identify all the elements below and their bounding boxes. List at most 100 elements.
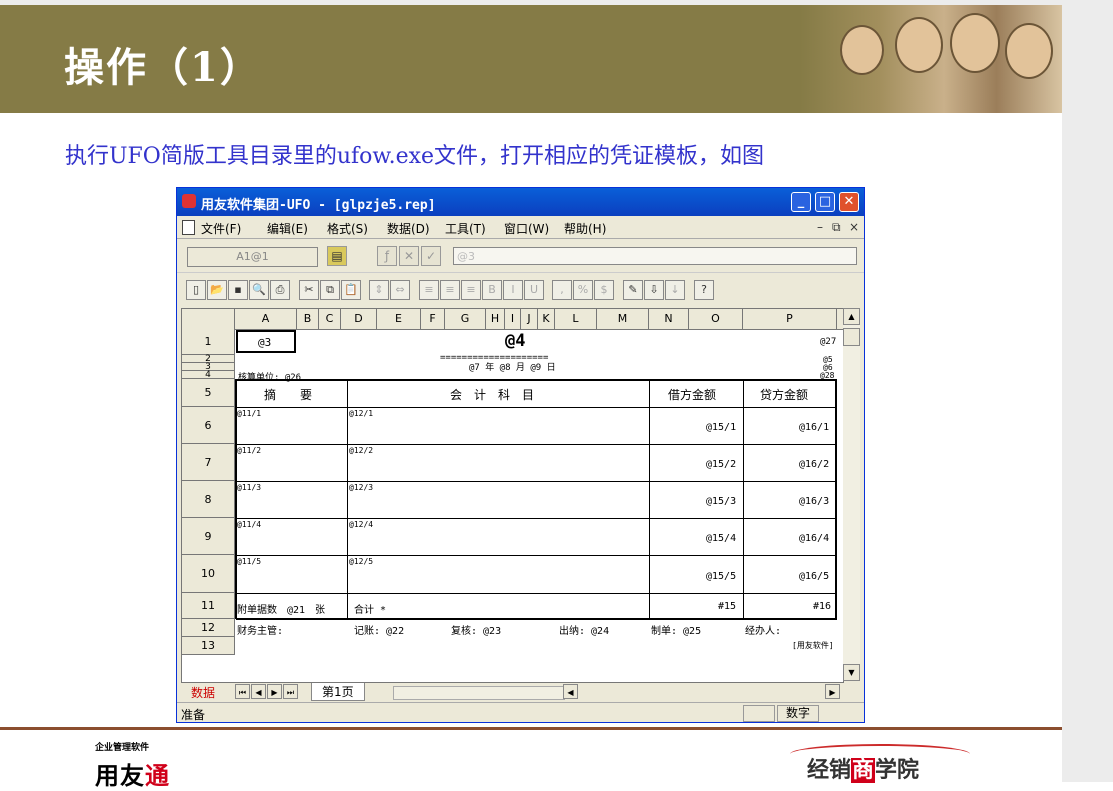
open-icon[interactable]: 📂 <box>207 280 227 300</box>
line5-account[interactable]: @12/5 <box>349 557 373 566</box>
row-header-8[interactable]: 8 <box>182 481 235 518</box>
column-header-i[interactable]: I <box>505 309 521 329</box>
line2-credit[interactable]: @16/2 <box>799 459 829 470</box>
spreadsheet-grid[interactable]: A B C D E F G H I J K L M N O P 1 2 3 4 … <box>181 308 844 683</box>
minimize-button[interactable]: _ <box>791 192 811 212</box>
bold-icon[interactable]: B <box>482 280 502 300</box>
line1-summary[interactable]: @11/1 <box>237 409 261 418</box>
print-preview-icon[interactable]: 🔍 <box>249 280 269 300</box>
comma-icon[interactable]: , <box>552 280 572 300</box>
line3-debit[interactable]: @15/3 <box>706 496 736 507</box>
cancel-icon[interactable]: ✕ <box>399 246 419 266</box>
row-header-12[interactable]: 12 <box>182 619 235 637</box>
line2-account[interactable]: @12/2 <box>349 446 373 455</box>
paste-icon[interactable]: 📋 <box>341 280 361 300</box>
cell-p1[interactable]: @27 <box>820 337 836 347</box>
copy-icon[interactable]: ⧉ <box>320 280 340 300</box>
horizontal-scroll-track[interactable] <box>393 686 565 700</box>
line4-credit[interactable]: @16/4 <box>799 533 829 544</box>
column-header-l[interactable]: L <box>555 309 597 329</box>
column-header-p[interactable]: P <box>743 309 837 329</box>
column-header-j[interactable]: J <box>521 309 538 329</box>
row-header-9[interactable]: 9 <box>182 518 235 555</box>
sign-review[interactable]: 复核: @23 <box>451 622 501 637</box>
line3-account[interactable]: @12/3 <box>349 483 373 492</box>
print-icon[interactable]: ⎙ <box>270 280 290 300</box>
underline-icon[interactable]: U <box>524 280 544 300</box>
currency-icon[interactable]: $ <box>594 280 614 300</box>
total-debit[interactable]: #15 <box>718 601 736 612</box>
accounting-unit[interactable]: 核算单位: @26 <box>238 370 301 383</box>
column-header-c[interactable]: C <box>319 309 341 329</box>
column-header-m[interactable]: M <box>597 309 649 329</box>
last-sheet-icon[interactable]: ⏭ <box>283 684 298 699</box>
column-header-f[interactable]: F <box>421 309 445 329</box>
sign-maker[interactable]: 制单: @25 <box>651 622 701 637</box>
row-header-6[interactable]: 6 <box>182 407 235 444</box>
line3-credit[interactable]: @16/3 <box>799 496 829 507</box>
percent-icon[interactable]: % <box>573 280 593 300</box>
mdi-restore-icon[interactable]: ⧉ <box>832 220 841 235</box>
row-header-10[interactable]: 10 <box>182 555 235 593</box>
align-center-icon[interactable]: ≡ <box>440 280 460 300</box>
scroll-down-icon[interactable]: ▼ <box>843 664 860 681</box>
menu-file[interactable]: 文件(F) <box>201 220 241 237</box>
cut-icon[interactable]: ✂ <box>299 280 319 300</box>
row-header-13[interactable]: 13 <box>182 637 235 655</box>
menu-tools[interactable]: 工具(T) <box>445 220 486 237</box>
column-width-icon[interactable]: ⇔ <box>390 280 410 300</box>
menu-edit[interactable]: 编辑(E) <box>267 220 308 237</box>
italic-icon[interactable]: I <box>503 280 523 300</box>
line4-debit[interactable]: @15/4 <box>706 533 736 544</box>
save-icon[interactable]: ▪ <box>228 280 248 300</box>
attachment-count[interactable]: 附单据数 @21 张 <box>237 601 325 616</box>
vertical-scrollbar[interactable]: ▲ ▼ <box>843 308 860 681</box>
line1-credit[interactable]: @16/1 <box>799 422 829 433</box>
voucher-date[interactable]: @7 年 @8 月 @9 日 <box>469 360 556 373</box>
total-credit[interactable]: #16 <box>813 601 831 612</box>
function-icon[interactable]: ƒ <box>377 246 397 266</box>
line5-credit[interactable]: @16/5 <box>799 571 829 582</box>
name-box-icon[interactable]: ▤ <box>327 246 347 266</box>
sort-icon[interactable]: ⇩ <box>644 280 664 300</box>
line3-summary[interactable]: @11/3 <box>237 483 261 492</box>
line5-summary[interactable]: @11/5 <box>237 557 261 566</box>
row-header-5[interactable]: 5 <box>182 379 235 407</box>
sort-desc-icon[interactable]: ↓ <box>665 280 685 300</box>
sign-cashier[interactable]: 出纳: @24 <box>559 622 609 637</box>
row-height-icon[interactable]: ⇕ <box>369 280 389 300</box>
scroll-up-icon[interactable]: ▲ <box>843 308 860 325</box>
confirm-icon[interactable]: ✓ <box>421 246 441 266</box>
help-icon[interactable]: ? <box>694 280 714 300</box>
new-icon[interactable]: ▯ <box>186 280 206 300</box>
align-right-icon[interactable]: ≡ <box>461 280 481 300</box>
sign-handler[interactable]: 经办人: <box>745 622 781 637</box>
total-label[interactable]: 合计 * <box>354 601 386 616</box>
line2-summary[interactable]: @11/2 <box>237 446 261 455</box>
close-button[interactable]: ✕ <box>839 192 859 212</box>
column-header-k[interactable]: K <box>538 309 555 329</box>
sheet-mode-label[interactable]: 数据 <box>191 684 215 701</box>
next-sheet-icon[interactable]: ▶ <box>267 684 282 699</box>
mdi-minimize-icon[interactable]: – <box>817 220 823 234</box>
sheet-tab-1[interactable]: 第1页 <box>311 683 365 701</box>
voucher-title[interactable]: @4 <box>505 331 525 351</box>
first-sheet-icon[interactable]: ⏮ <box>235 684 250 699</box>
scroll-right-icon[interactable]: ▶ <box>825 684 840 699</box>
line4-summary[interactable]: @11/4 <box>237 520 261 529</box>
menu-help[interactable]: 帮助(H) <box>564 220 606 237</box>
row-header-1[interactable]: 1 <box>182 329 235 355</box>
selected-cell-a1[interactable]: @3 <box>236 330 296 353</box>
row-header-11[interactable]: 11 <box>182 593 235 619</box>
prev-sheet-icon[interactable]: ◀ <box>251 684 266 699</box>
row-header-4[interactable]: 4 <box>182 371 235 380</box>
line1-account[interactable]: @12/1 <box>349 409 373 418</box>
line2-debit[interactable]: @15/2 <box>706 459 736 470</box>
column-header-e[interactable]: E <box>377 309 421 329</box>
menu-format[interactable]: 格式(S) <box>327 220 368 237</box>
align-left-icon[interactable]: ≡ <box>419 280 439 300</box>
column-header-o[interactable]: O <box>689 309 743 329</box>
line5-debit[interactable]: @15/5 <box>706 571 736 582</box>
column-header-a[interactable]: A <box>235 309 297 329</box>
scroll-thumb[interactable] <box>843 328 860 346</box>
